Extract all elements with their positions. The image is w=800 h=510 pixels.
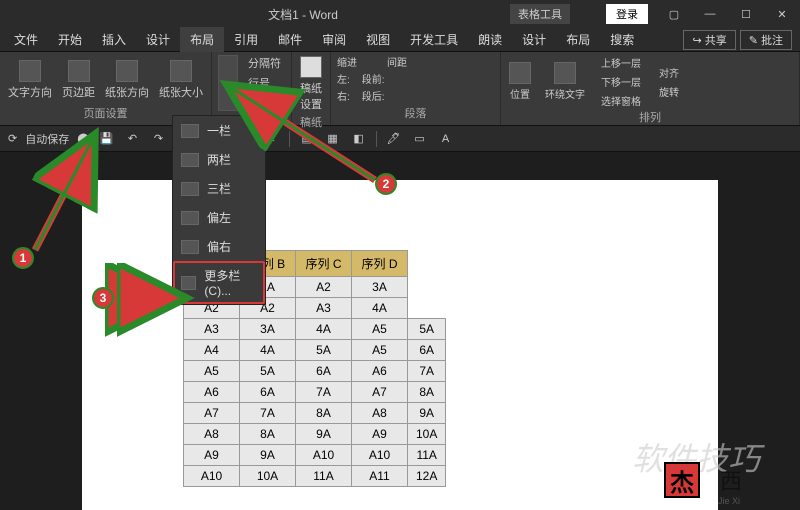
maximize-icon[interactable]: ☐ xyxy=(728,8,764,21)
tab-引用[interactable]: 引用 xyxy=(224,27,268,52)
watermark-pinyin: Jie Xi xyxy=(718,496,740,506)
annotation-marker-2: 2 xyxy=(375,173,397,195)
annotation-marker-3: 3 xyxy=(92,287,114,309)
tab-邮件[interactable]: 邮件 xyxy=(268,27,312,52)
group-paragraph: 缩进间距 左:段前: 右:段后: 段落 xyxy=(331,52,501,125)
table-row: A55A6AA67A xyxy=(184,361,446,382)
tab-插入[interactable]: 插入 xyxy=(92,27,136,52)
paper-settings-button[interactable]: 稿纸 设置 xyxy=(298,54,324,114)
login-button[interactable]: 登录 xyxy=(606,4,648,24)
tab-搜索[interactable]: 搜索 xyxy=(600,27,644,52)
comment-button[interactable]: ✎ 批注 xyxy=(740,30,792,50)
group-arrange: 位置 环绕文字 上移一层 下移一层 选择窗格 对齐 旋转 排列 xyxy=(501,52,800,125)
table-row: A88A9AA910A xyxy=(184,424,446,445)
tab-开发工具[interactable]: 开发工具 xyxy=(400,27,468,52)
up-layer-button[interactable]: 上移一层 xyxy=(597,54,645,71)
more-columns-icon xyxy=(181,276,196,290)
table-row: A44A5AA56A xyxy=(184,340,446,361)
minimize-icon[interactable]: — xyxy=(692,8,728,21)
页边距-button[interactable]: 页边距 xyxy=(60,58,97,102)
tab-设计[interactable]: 设计 xyxy=(136,27,180,52)
columns-option-两栏[interactable]: 两栏 xyxy=(173,145,265,174)
tab-设计[interactable]: 设计 xyxy=(512,27,556,52)
titlebar: 文档1 - Word 表格工具 登录 ▢ — ☐ ✕ xyxy=(0,0,800,28)
断字-button[interactable]: 断字 xyxy=(244,94,285,112)
tab-布局[interactable]: 布局 xyxy=(556,27,600,52)
table-header: 序列 C xyxy=(296,251,352,277)
watermark-logo: 杰 xyxy=(664,462,700,498)
selection-pane-button[interactable]: 选择窗格 xyxy=(597,92,645,109)
redo-icon[interactable]: ↷ xyxy=(150,131,168,147)
down-layer-button[interactable]: 下移一层 xyxy=(597,73,645,90)
columns-button[interactable] xyxy=(218,55,238,111)
annotation-marker-1: 1 xyxy=(12,247,34,269)
ribbon-opts-icon[interactable]: ▢ xyxy=(656,8,692,21)
save-icon[interactable]: 💾 xyxy=(98,131,116,147)
close-icon[interactable]: ✕ xyxy=(764,8,800,21)
纸张方向-button[interactable]: 纸张方向 xyxy=(103,58,151,102)
autosave-toggle[interactable]: 自动保存 xyxy=(25,131,69,147)
columns-option-偏左[interactable]: 偏左 xyxy=(173,203,265,232)
tab-开始[interactable]: 开始 xyxy=(48,27,92,52)
columns-option-一栏[interactable]: 一栏 xyxy=(173,116,265,145)
tab-布局[interactable]: 布局 xyxy=(180,27,224,52)
share-button[interactable]: ↪ 共享 xyxy=(683,30,735,50)
table-row: A77A8AA89A xyxy=(184,403,446,424)
table-header: 序列 D xyxy=(352,251,408,277)
table-row: A1010A11AA1112A xyxy=(184,466,446,487)
watermark-cn: 西 xyxy=(720,464,742,496)
ribbon: 文字方向页边距纸张方向纸张大小 页面设置 分隔符行号断字 稿纸 设置 稿纸 缩进… xyxy=(0,52,800,126)
wrap-button[interactable]: 环绕文字 xyxy=(543,60,587,103)
columns-option-偏右[interactable]: 偏右 xyxy=(173,232,265,261)
行号-button[interactable]: 行号 xyxy=(244,74,285,92)
group-paper: 稿纸 设置 稿纸 xyxy=(292,52,331,125)
table-row: A66A7AA78A xyxy=(184,382,446,403)
ribbon-tabs: 文件开始插入设计布局引用邮件审阅视图开发工具朗读设计布局搜索 ↪ 共享 ✎ 批注 xyxy=(0,28,800,52)
文字方向-button[interactable]: 文字方向 xyxy=(6,58,54,102)
table-tools-label: 表格工具 xyxy=(510,4,570,24)
纸张大小-button[interactable]: 纸张大小 xyxy=(157,58,205,102)
tab-审阅[interactable]: 审阅 xyxy=(312,27,356,52)
table-row: A99AA10A1011A xyxy=(184,445,446,466)
position-button[interactable]: 位置 xyxy=(507,60,533,103)
undo-icon[interactable]: ↶ xyxy=(124,131,142,147)
columns-dropdown: 一栏两栏三栏偏左偏右 更多栏(C)... xyxy=(172,115,266,305)
tab-文件[interactable]: 文件 xyxy=(4,27,48,52)
align-button[interactable]: 对齐 xyxy=(655,64,683,81)
columns-option-三栏[interactable]: 三栏 xyxy=(173,174,265,203)
tab-朗读[interactable]: 朗读 xyxy=(468,27,512,52)
rotate-button[interactable]: 旋转 xyxy=(655,83,683,100)
table-row: A33A4AA55A xyxy=(184,319,446,340)
window-controls: ▢ — ☐ ✕ xyxy=(656,8,800,21)
tab-视图[interactable]: 视图 xyxy=(356,27,400,52)
分隔符-button[interactable]: 分隔符 xyxy=(244,54,285,72)
quick-access-toolbar: ⟳ 自动保存 ⬤ 💾 ↶ ↷ ≡≡≡≡ ▤▦◧ 🖊▭A xyxy=(0,126,800,152)
more-columns-item[interactable]: 更多栏(C)... xyxy=(173,261,265,304)
